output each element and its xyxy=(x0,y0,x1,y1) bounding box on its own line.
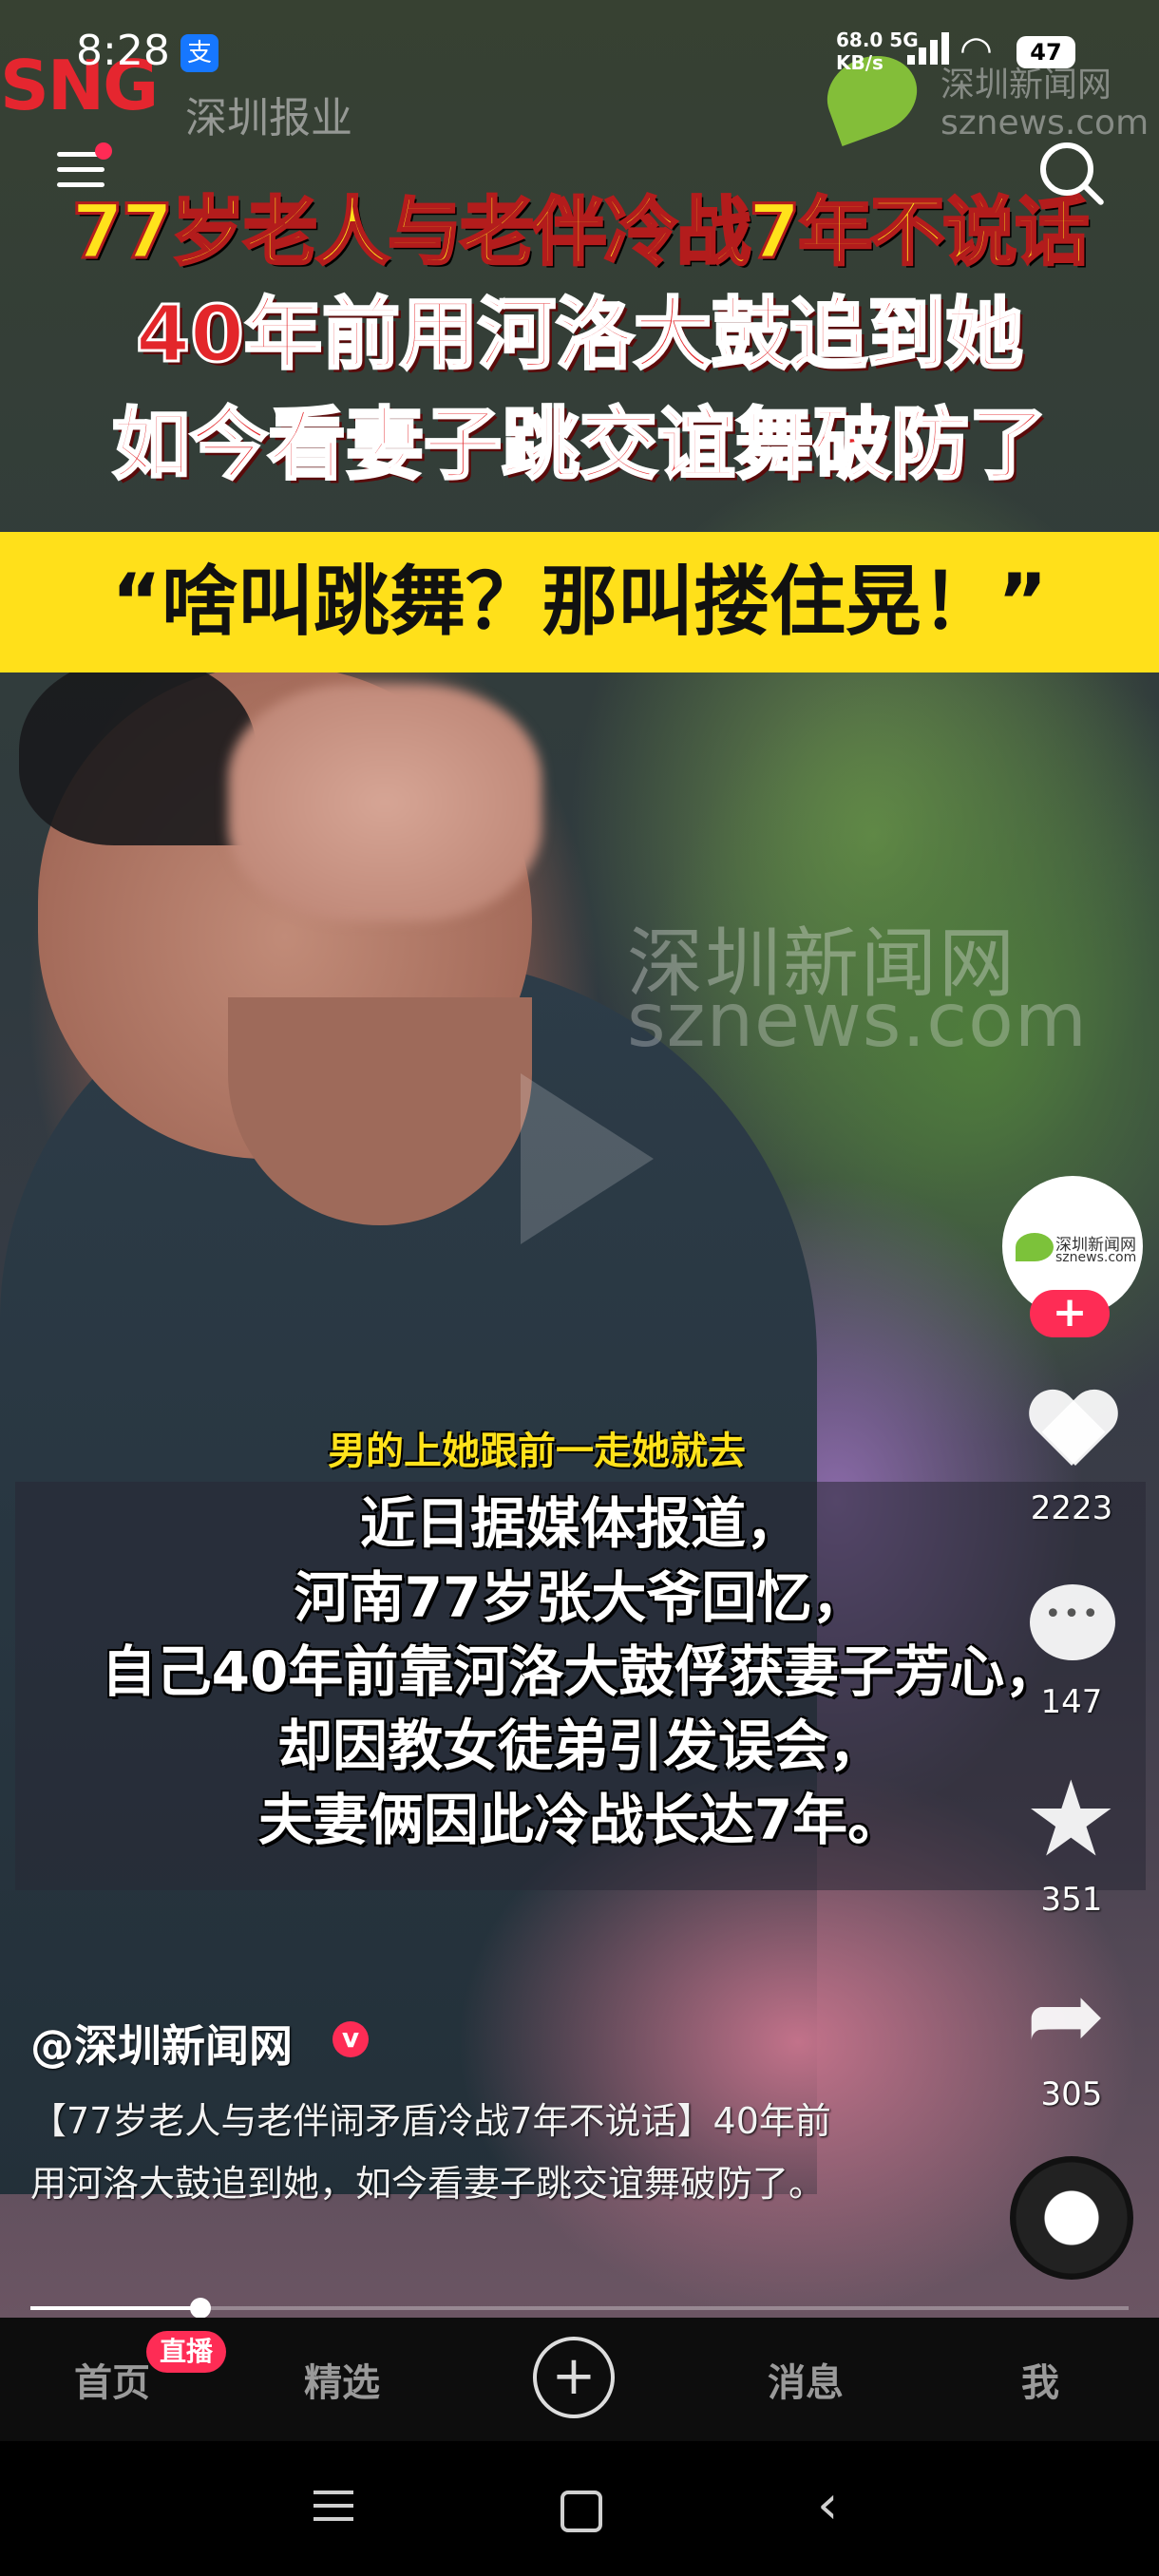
news-caption: 近日据媒体报道， 河南77岁张大爷回忆， 自己40年前靠河洛大鼓俘获妻子芳心， … xyxy=(15,1487,1146,1857)
battery-icon: 47 xyxy=(1016,36,1075,68)
share-count: 305 xyxy=(1040,2075,1103,2113)
menu-icon[interactable] xyxy=(57,152,104,198)
tab-me[interactable]: 我 xyxy=(1021,2352,1059,2407)
live-badge: 直播 xyxy=(146,2331,227,2373)
video-frame-person-hair xyxy=(19,655,256,845)
speech-subtitle: 男的上她跟前一走她就去 xyxy=(328,1430,746,1473)
progress-handle[interactable] xyxy=(190,2298,212,2319)
play-icon[interactable] xyxy=(521,1073,654,1244)
headline-line-2: 40年前用河洛大鼓追到她 xyxy=(134,289,1024,382)
bottom-tab-bar: 首页 直播 精选 + 消息 我 xyxy=(0,2318,1159,2441)
caption-line: 却因教女徒弟引发误会， xyxy=(276,1714,884,1778)
status-bar: 8:28 支 68.0 5G KB/s ◠ 47 xyxy=(0,0,1159,104)
watermark-center-en: sznews.com xyxy=(627,978,1088,1064)
headline-line-3: 如今看妻子跳交谊舞破防了 xyxy=(110,399,1048,492)
caption-line: 夫妻俩因此冷战长达7年。 xyxy=(257,1788,903,1852)
like-count: 2223 xyxy=(1030,1489,1113,1527)
favorite-star-icon[interactable]: ★ xyxy=(1024,1767,1118,1871)
quote-banner: “啥叫跳舞？那叫搂住晃！” xyxy=(0,532,1159,672)
status-time: 8:28 xyxy=(76,27,170,75)
video-player[interactable]: SNG 深圳报业 深圳新闻网 sznews.com 深圳新闻网 sznews.c… xyxy=(0,0,1159,2318)
author-name[interactable]: @深圳新闻网 xyxy=(30,2012,293,2074)
tab-messages[interactable]: 消息 xyxy=(768,2352,844,2407)
comment-count: 147 xyxy=(1040,1683,1103,1721)
favorite-count: 351 xyxy=(1040,1881,1103,1919)
post-description[interactable]: 【77岁老人与老伴闹矛盾冷战7年不说话】40年前用河洛大鼓追到她，如今看妻子跳交… xyxy=(30,2090,866,2215)
video-progress-bar[interactable] xyxy=(30,2298,1129,2319)
blurred-face xyxy=(228,684,542,921)
avatar-subtext: sznews.com xyxy=(1055,1250,1137,1265)
share-arrow-icon[interactable]: ➦ xyxy=(1026,1968,1106,2063)
wifi-icon: ◠ xyxy=(960,28,993,72)
headline-line-1: 77岁老人与老伴冷战7年不说话 xyxy=(70,189,1091,277)
music-disc-icon[interactable] xyxy=(1010,2156,1133,2280)
sznews-logo-icon xyxy=(1016,1233,1054,1261)
add-post-button[interactable]: + xyxy=(533,2337,615,2418)
signal-icon xyxy=(907,32,953,65)
recent-apps-icon[interactable] xyxy=(314,2491,353,2530)
alipay-icon: 支 xyxy=(180,34,218,72)
caption-line: 自己40年前靠河洛大鼓俘获妻子芳心， xyxy=(101,1639,1060,1704)
search-icon[interactable] xyxy=(1040,142,1093,196)
system-nav-bar: ‹ xyxy=(0,2441,1159,2576)
like-icon[interactable] xyxy=(1028,1392,1115,1473)
video-headline: 77岁老人与老伴冷战7年不说话 40年前用河洛大鼓追到她 如今看妻子跳交谊舞破防… xyxy=(0,185,1159,501)
home-icon[interactable] xyxy=(560,2491,602,2532)
caption-line: 河南77岁张大爷回忆， xyxy=(294,1565,867,1630)
tab-featured[interactable]: 精选 xyxy=(304,2352,380,2407)
progress-fill xyxy=(30,2306,201,2310)
comment-icon[interactable] xyxy=(1030,1584,1115,1660)
verified-badge: v xyxy=(332,2021,369,2057)
tab-home[interactable]: 首页 xyxy=(74,2352,150,2407)
follow-button[interactable]: + xyxy=(1030,1290,1110,1337)
notification-dot xyxy=(95,142,112,160)
network-speed: 68.0 5G KB/s xyxy=(836,28,919,74)
caption-line: 近日据媒体报道， xyxy=(359,1491,801,1556)
back-icon[interactable]: ‹ xyxy=(817,2479,838,2532)
